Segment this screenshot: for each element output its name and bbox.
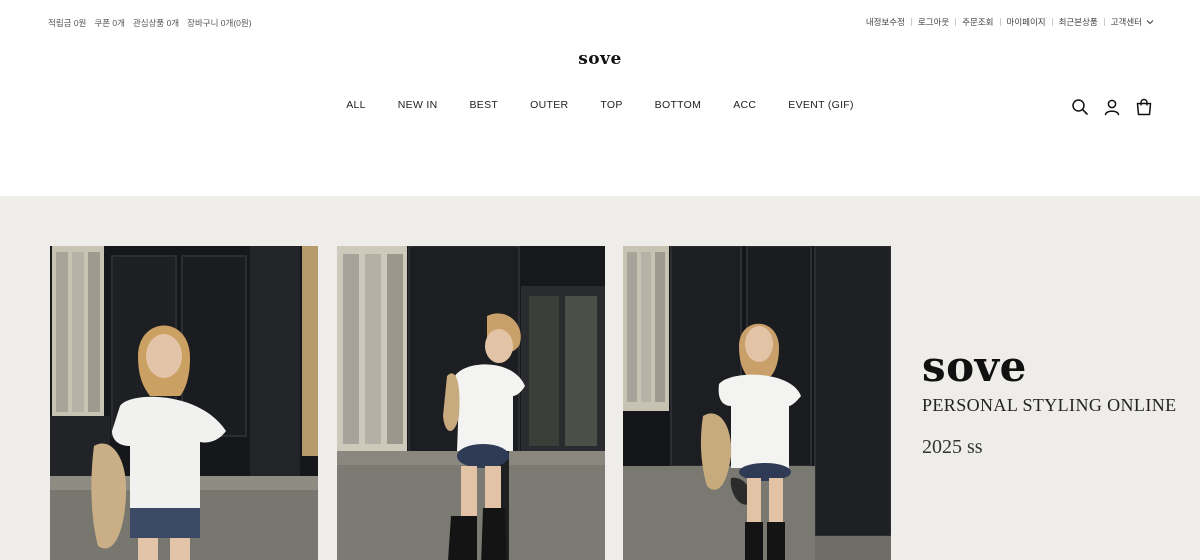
divider [910,18,912,26]
cart-summary-link[interactable]: 장바구니 0개(0원) [187,17,251,29]
divider [999,18,1001,26]
chevron-down-icon[interactable] [1146,18,1154,26]
customer-center-link[interactable]: 고객센터 [1111,16,1142,28]
nav-item-best[interactable]: BEST [454,99,515,111]
search-icon[interactable] [1070,97,1090,117]
divider [1103,18,1105,26]
hero-banner: sove PERSONAL STYLING ONLINE 2025 ss [0,196,1200,560]
hero-tagline: PERSONAL STYLING ONLINE [922,395,1177,415]
user-icon[interactable] [1102,97,1122,117]
points-link[interactable]: 적립금 0원 [48,17,86,29]
lookbook-photo-2[interactable] [337,246,605,560]
coupon-link[interactable]: 쿠폰 0개 [94,17,125,29]
nav-item-top[interactable]: TOP [584,99,638,111]
divider [955,18,957,26]
member-summary: 적립금 0원 쿠폰 0개 관심상품 0개 장바구니 0개(0원) [48,17,252,29]
hero-season: 2025 ss [922,436,983,458]
logout-link[interactable]: 로그아웃 [918,16,949,28]
mypage-link[interactable]: 마이페이지 [1007,16,1046,28]
site-logo[interactable]: sove [0,49,1200,69]
divider [1051,18,1053,26]
lookbook-photo-3[interactable] [623,246,891,560]
nav-item-acc[interactable]: ACC [717,99,772,111]
nav-item-outer[interactable]: OUTER [514,99,584,111]
lookbook-photo-1[interactable] [50,246,318,560]
edit-profile-link[interactable]: 내정보수정 [866,16,905,28]
bag-icon[interactable] [1134,97,1154,117]
account-links: 내정보수정 로그아웃 주문조회 마이페이지 최근본상품 고객센터 [866,16,1154,28]
main-nav: ALL NEW IN BEST OUTER TOP BOTTOM ACC EVE… [0,99,1200,111]
hero-brand-title: sove [922,342,1027,391]
recently-viewed-link[interactable]: 최근본상품 [1059,16,1098,28]
top-utility-bar: 적립금 0원 쿠폰 0개 관심상품 0개 장바구니 0개(0원) 내정보수정 로… [0,0,1200,44]
header-icons [1070,97,1154,117]
nav-item-new-in[interactable]: NEW IN [382,99,454,111]
nav-item-bottom[interactable]: BOTTOM [639,99,718,111]
nav-item-event[interactable]: EVENT (GIF) [772,99,870,111]
order-lookup-link[interactable]: 주문조회 [962,16,993,28]
wishlist-link[interactable]: 관심상품 0개 [133,17,179,29]
nav-item-all[interactable]: ALL [330,99,382,111]
